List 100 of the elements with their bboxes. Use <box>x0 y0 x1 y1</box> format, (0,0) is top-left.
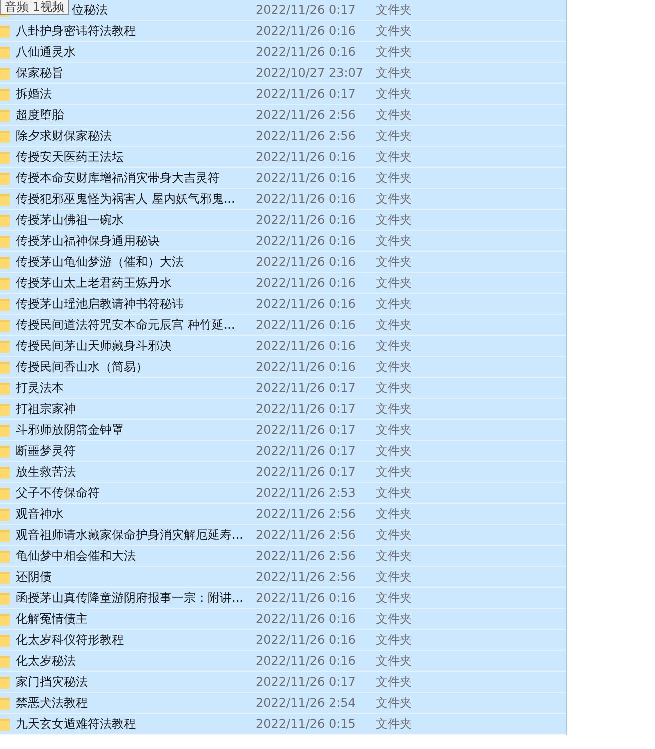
file-row[interactable]: 家门挡灾秘法 2022/11/26 0:17 文件夹 <box>0 672 566 693</box>
folder-icon <box>0 570 10 584</box>
file-row[interactable]: 八仙通灵水 2022/11/26 0:16 文件夹 <box>0 42 566 63</box>
file-row[interactable]: 传授民间道法符咒安本命元辰宫 种竹延... 2022/11/26 0:16 文件夹 <box>0 315 566 336</box>
modified-date: 2022/11/26 2:56 <box>256 108 357 122</box>
file-row[interactable]: 传授茅山太上老君药王炼丹水 2022/11/26 0:16 文件夹 <box>0 273 566 294</box>
file-row[interactable]: 传授民间香山水（简易） 2022/11/26 0:16 文件夹 <box>0 357 566 378</box>
file-type: 文件夹 <box>376 254 412 270</box>
file-row[interactable]: 拆婚法 2022/11/26 0:17 文件夹 <box>0 84 566 105</box>
file-type: 文件夹 <box>376 484 412 502</box>
file-type: 文件夹 <box>376 86 412 102</box>
file-type: 文件夹 <box>376 296 412 312</box>
file-row[interactable]: 还阴债 2022/11/26 2:56 文件夹 <box>0 567 566 588</box>
file-row[interactable]: 保家秘旨 2022/10/27 23:07 文件夹 <box>0 63 566 84</box>
folder-name: 传授安天医药王法坛 <box>16 148 125 166</box>
file-type: 文件夹 <box>376 716 412 732</box>
file-type: 文件夹 <box>376 128 412 144</box>
folder-icon <box>0 444 10 458</box>
modified-date: 2022/11/26 0:16 <box>256 612 357 626</box>
file-type: 文件夹 <box>376 232 412 250</box>
file-row[interactable]: 函授茅山真传降童游阴府报事一宗：附讲... 2022/11/26 0:16 文件夹 <box>0 588 566 609</box>
file-row[interactable]: 观音神水 2022/11/26 2:56 文件夹 <box>0 504 566 525</box>
file-row[interactable]: 化解冤情债主 2022/11/26 0:16 文件夹 <box>0 609 566 630</box>
folder-icon <box>0 423 10 437</box>
folder-name: 超度堕胎 <box>16 106 65 124</box>
folder-name: 传授犯邪巫鬼怪为祸害人 屋内妖气邪鬼... <box>16 190 236 208</box>
folder-icon <box>0 129 10 143</box>
folder-icon <box>0 24 10 38</box>
folder-icon <box>0 66 10 80</box>
folder-name: 传授民间香山水（简易） <box>16 358 149 376</box>
folder-icon <box>0 45 10 59</box>
file-row[interactable]: 禁恶犬法教程 2022/11/26 2:54 文件夹 <box>0 693 566 714</box>
file-row[interactable]: 超度堕胎 2022/11/26 2:56 文件夹 <box>0 105 566 126</box>
modified-date: 2022/11/26 0:16 <box>256 591 357 605</box>
file-type: 文件夹 <box>376 526 412 544</box>
file-row[interactable]: 传授茅山佛祖一碗水 2022/11/26 0:16 文件夹 <box>0 210 566 231</box>
folder-name: 传授茅山瑶池启教请神书符秘讳 <box>16 296 185 312</box>
file-row[interactable]: 父子不传保命符 2022/11/26 2:53 文件夹 <box>0 483 566 504</box>
modified-date: 2022/11/26 0:17 <box>256 87 357 101</box>
file-type: 文件夹 <box>376 590 412 606</box>
modified-date: 2022/11/26 0:17 <box>256 444 357 458</box>
file-row[interactable]: 化太岁科仪符形教程 2022/11/26 0:16 文件夹 <box>0 630 566 651</box>
folder-name: 传授茅山福神保身通用秘诀 <box>16 232 161 250</box>
file-row[interactable]: 龟仙梦中相会催和大法 2022/11/26 2:56 文件夹 <box>0 546 566 567</box>
modified-date: 2022/11/26 0:16 <box>256 276 357 290</box>
file-row[interactable]: 除夕求财保家秘法 2022/11/26 2:56 文件夹 <box>0 126 566 147</box>
file-type: 文件夹 <box>376 632 412 648</box>
folder-icon <box>0 297 10 311</box>
modified-date: 2022/11/26 0:17 <box>256 675 357 689</box>
file-row[interactable]: 传授茅山福神保身通用秘诀 2022/11/26 0:16 文件夹 <box>0 231 566 252</box>
file-type: 文件夹 <box>376 568 412 586</box>
modified-date: 2022/11/26 0:17 <box>256 402 357 416</box>
folder-name: 打灵法本 <box>16 380 65 396</box>
modified-date: 2022/11/26 2:56 <box>256 507 357 521</box>
modified-date: 2022/11/26 2:56 <box>256 570 357 584</box>
folder-icon <box>0 339 10 353</box>
file-type: 文件夹 <box>376 422 412 438</box>
folder-name: 保家秘旨 <box>16 64 65 82</box>
file-row[interactable]: 传授安天医药王法坛 2022/11/26 0:16 文件夹 <box>0 147 566 168</box>
folder-icon <box>0 633 10 647</box>
file-type: 文件夹 <box>376 674 412 690</box>
folder-name: 观音神水 <box>16 506 65 522</box>
file-row[interactable]: 观音祖师请水藏家保命护身消灾解厄延寿... 2022/11/26 2:56 文件夹 <box>0 525 566 546</box>
file-row[interactable]: 八卦护身密讳符法教程 2022/11/26 0:16 文件夹 <box>0 21 566 42</box>
folder-icon <box>0 87 10 101</box>
folder-icon <box>0 213 10 227</box>
modified-date: 2022/11/26 2:53 <box>256 486 357 500</box>
file-row[interactable]: 九天玄女遁难符法教程 2022/11/26 0:15 文件夹 <box>0 714 566 735</box>
folder-name: 龟仙梦中相会催和大法 <box>16 548 137 564</box>
folder-icon <box>0 612 10 626</box>
file-type: 文件夹 <box>376 212 412 228</box>
file-type: 文件夹 <box>376 22 412 40</box>
modified-date: 2022/11/26 0:17 <box>256 423 357 437</box>
file-row[interactable]: 放生救苦法 2022/11/26 0:17 文件夹 <box>0 462 566 483</box>
file-row[interactable]: 传授茅山龟仙梦游（催和）大法 2022/11/26 0:16 文件夹 <box>0 252 566 273</box>
file-row[interactable]: 传授犯邪巫鬼怪为祸害人 屋内妖气邪鬼... 2022/11/26 0:16 文件夹 <box>0 189 566 210</box>
file-row[interactable]: 传授本命安财库增福消灾带身大吉灵符 2022/11/26 0:16 文件夹 <box>0 168 566 189</box>
file-row[interactable]: 打祖宗家神 2022/11/26 0:17 文件夹 <box>0 399 566 420</box>
file-type: 文件夹 <box>376 380 412 396</box>
file-type: 文件夹 <box>376 64 412 82</box>
folder-icon <box>0 696 10 710</box>
file-row[interactable]: 打灵法本 2022/11/26 0:17 文件夹 <box>0 378 566 399</box>
file-row[interactable]: 化太岁秘法 2022/11/26 0:16 文件夹 <box>0 651 566 672</box>
folder-icon <box>0 549 10 563</box>
file-row[interactable]: 传授茅山瑶池启教请神书符秘讳 2022/11/26 0:16 文件夹 <box>0 294 566 315</box>
file-type: 文件夹 <box>376 106 412 124</box>
file-type: 文件夹 <box>376 190 412 208</box>
modified-date: 2022/11/26 0:16 <box>256 654 357 668</box>
folder-icon <box>0 654 10 668</box>
file-type: 文件夹 <box>376 464 412 480</box>
modified-date: 2022/11/26 0:16 <box>256 150 357 164</box>
folder-name: 传授茅山龟仙梦游（催和）大法 <box>16 254 185 270</box>
file-row[interactable]: 斗邪师放阴箭金钟罩 2022/11/26 0:17 文件夹 <box>0 420 566 441</box>
folder-name: 还阴债 <box>16 568 53 586</box>
modified-date: 2022/11/26 2:56 <box>256 549 357 563</box>
folder-icon <box>0 150 10 164</box>
file-row[interactable]: 断噩梦灵符 2022/11/26 0:17 文件夹 <box>0 441 566 462</box>
file-row[interactable]: 传授民间茅山天师藏身斗邪决 2022/11/26 0:16 文件夹 <box>0 336 566 357</box>
file-type: 文件夹 <box>376 358 412 376</box>
folder-icon <box>0 171 10 185</box>
